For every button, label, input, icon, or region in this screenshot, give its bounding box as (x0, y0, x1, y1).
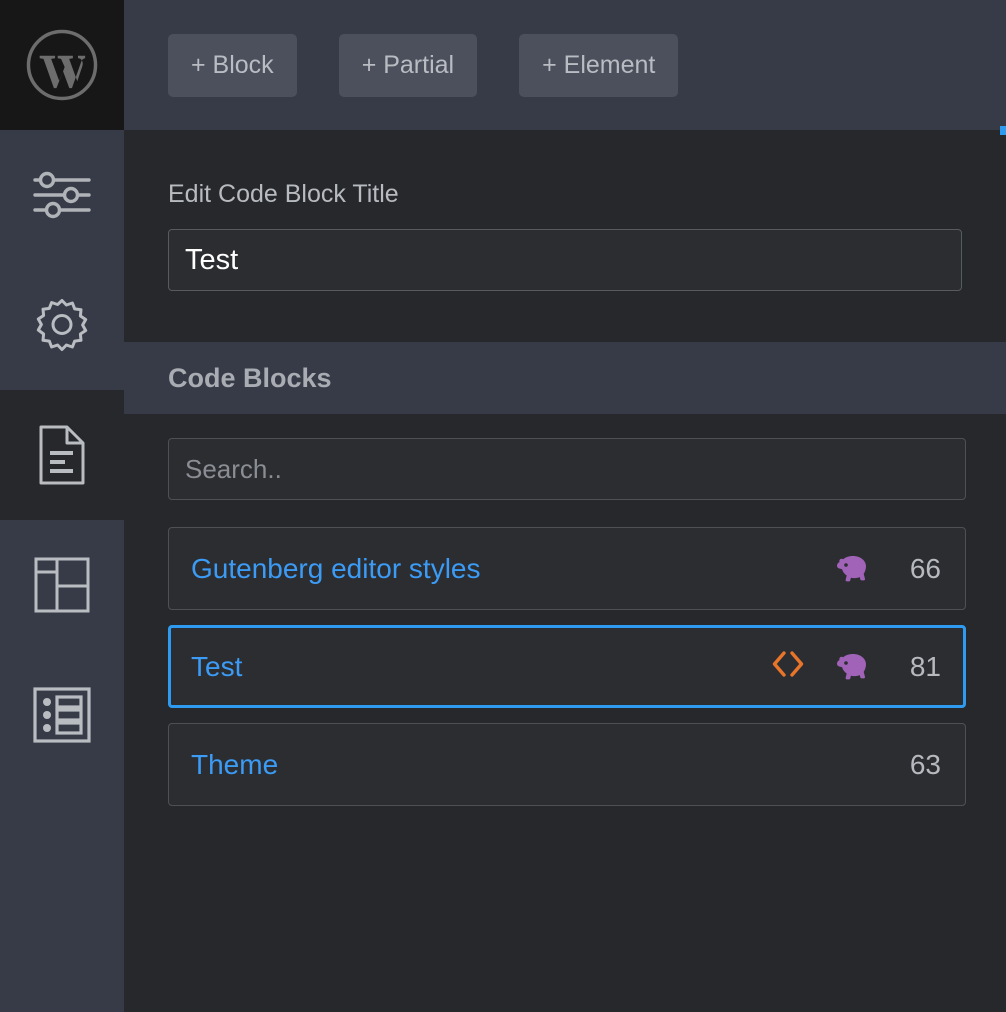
list-item-icons (771, 650, 869, 684)
app-root: + Block + Partial + Element Edit Code Bl… (0, 0, 1006, 1012)
sidebar-item-code-blocks[interactable] (0, 390, 124, 520)
sidebar-item-customizer-controls[interactable] (0, 130, 124, 260)
list-item-count: 81 (909, 650, 941, 682)
list-icon (32, 686, 92, 744)
php-elephant-icon (831, 652, 869, 682)
list-item-title: Theme (191, 748, 279, 780)
sidebar-item-layouts[interactable] (0, 520, 124, 650)
list-item-count: 66 (909, 552, 941, 584)
gear-icon (32, 295, 92, 355)
list-item[interactable]: Theme 63 (168, 723, 966, 806)
top-toolbar: + Block + Partial + Element (124, 0, 1006, 135)
add-partial-button[interactable]: + Partial (338, 33, 478, 97)
wordpress-logo-icon (25, 28, 99, 102)
edit-title-panel: Edit Code Block Title (124, 130, 1006, 342)
sidebar-item-list[interactable] (0, 650, 124, 780)
list-item[interactable]: Gutenberg editor styles 66 (168, 527, 966, 610)
main-panel: + Block + Partial + Element Edit Code Bl… (124, 0, 1006, 1012)
sliders-icon (31, 167, 93, 223)
edit-title-label: Edit Code Block Title (168, 180, 399, 208)
left-sidebar (0, 0, 124, 1012)
add-element-button[interactable]: + Element (519, 33, 679, 97)
code-blocks-header: Code Blocks (124, 342, 1006, 414)
list-item-title: Gutenberg editor styles (191, 552, 481, 584)
list-item-title: Test (191, 650, 243, 682)
document-icon (37, 424, 87, 486)
layout-icon (33, 556, 91, 614)
add-block-button[interactable]: + Block (168, 33, 297, 97)
list-item[interactable]: Test 81 (168, 625, 966, 708)
code-blocks-list-area: Gutenberg editor styles 66 Test (124, 414, 1006, 1012)
php-elephant-icon (831, 554, 869, 584)
code-block-title-input[interactable] (168, 229, 962, 291)
code-brackets-icon[interactable] (771, 650, 805, 684)
wordpress-logo[interactable] (0, 0, 124, 130)
search-input[interactable] (168, 438, 966, 500)
list-item-icons (831, 554, 869, 584)
code-blocks-header-title: Code Blocks (168, 362, 332, 393)
panel-edge-accent (1000, 126, 1006, 135)
list-item-count: 63 (909, 748, 941, 780)
sidebar-item-settings[interactable] (0, 260, 124, 390)
